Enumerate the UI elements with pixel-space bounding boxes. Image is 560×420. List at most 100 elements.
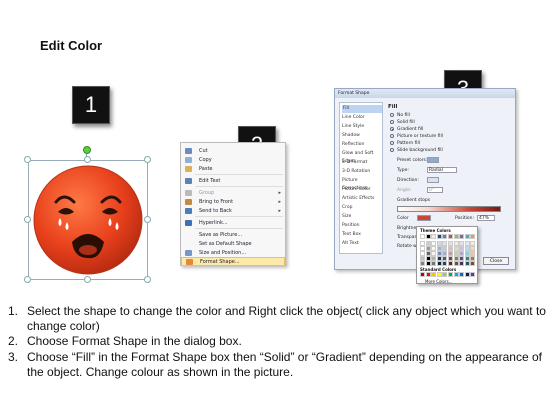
standard-color-swatch[interactable]: [425, 272, 431, 277]
nav-item-alt-text[interactable]: Alt Text: [342, 240, 359, 248]
nav-item-text-box[interactable]: Text Box: [342, 231, 361, 239]
hyperlink-icon: [185, 219, 192, 226]
standard-color-swatch[interactable]: [470, 272, 476, 277]
menu-item-save-as-picture[interactable]: Save as Picture...: [181, 230, 285, 239]
dialog-nav: Fill Line Color Line Style Shadow Reflec…: [339, 102, 383, 254]
theme-tint-swatch[interactable]: [431, 261, 437, 267]
position-input[interactable]: 47%: [477, 215, 495, 221]
theme-tint-swatch[interactable]: [459, 261, 465, 267]
nav-item-picture-color[interactable]: Picture Color: [342, 186, 371, 194]
instruction-item: 2. Choose Format Shape in the dialog box.: [8, 334, 242, 349]
radio-label: Solid fill: [397, 120, 415, 125]
menu-item-hyperlink[interactable]: Hyperlink...: [181, 218, 285, 227]
page-title: Edit Color: [40, 38, 103, 53]
menu-item-cut[interactable]: Cut: [181, 146, 285, 155]
gradient-stops-bar[interactable]: [397, 206, 501, 212]
standard-color-swatch[interactable]: [420, 272, 425, 277]
radio-no-fill[interactable]: [390, 113, 394, 117]
context-menu: Cut Copy Paste Edit Text Group ▸ Bring t…: [180, 142, 286, 266]
nav-item-shadow[interactable]: Shadow: [342, 132, 360, 140]
standard-color-swatch[interactable]: [453, 272, 459, 277]
radio-slide-background-fill[interactable]: [390, 148, 394, 152]
theme-tint-swatch[interactable]: [442, 261, 448, 267]
nav-item-artistic-effects[interactable]: Artistic Effects: [342, 195, 375, 203]
edit-text-icon: [185, 177, 192, 184]
nav-item-fill[interactable]: Fill: [342, 105, 382, 113]
submenu-arrow-icon: ▸: [278, 189, 281, 196]
theme-tint-swatch[interactable]: [420, 261, 425, 267]
more-colors-link[interactable]: More Colors...: [425, 279, 453, 284]
theme-color-swatch[interactable]: [442, 234, 448, 239]
menu-item-edit-text[interactable]: Edit Text: [181, 176, 285, 185]
angle-input[interactable]: 0°: [427, 187, 443, 193]
theme-color-swatch[interactable]: [459, 234, 465, 239]
close-button[interactable]: Close: [483, 257, 509, 265]
menu-item-size-position[interactable]: Size and Position...: [181, 248, 285, 257]
standard-color-swatch[interactable]: [464, 272, 470, 277]
theme-tint-swatch[interactable]: [470, 261, 476, 267]
rotation-handle[interactable]: [83, 146, 91, 154]
nav-item-line-style[interactable]: Line Style: [342, 123, 364, 131]
radio-picture-fill[interactable]: [390, 134, 394, 138]
nav-item-glow[interactable]: Glow and Soft Edges: [342, 150, 382, 164]
direction-label: Direction:: [397, 178, 419, 183]
nav-item-line-color[interactable]: Line Color: [342, 114, 365, 122]
theme-color-swatch[interactable]: [425, 234, 431, 239]
crying-emoji-shape[interactable]: [30, 162, 146, 278]
theme-tint-swatch[interactable]: [453, 261, 459, 267]
standard-color-swatch[interactable]: [459, 272, 465, 277]
menu-item-paste[interactable]: Paste: [181, 164, 285, 173]
radio-label: Slide background fill: [397, 148, 443, 153]
theme-color-swatch[interactable]: [453, 234, 459, 239]
nav-item-picture-corrections[interactable]: Picture Corrections: [342, 177, 382, 191]
nav-item-position[interactable]: Position: [342, 222, 360, 230]
position-label: Position:: [455, 216, 475, 221]
type-dropdown[interactable]: Radial: [427, 167, 457, 173]
instructions-list: 1. Select the shape to change the color a…: [8, 304, 554, 380]
theme-color-swatch[interactable]: [431, 234, 437, 239]
menu-item-copy[interactable]: Copy: [181, 155, 285, 164]
radio-label: Picture or texture fill: [397, 134, 443, 139]
standard-color-swatch[interactable]: [436, 272, 442, 277]
theme-color-swatch[interactable]: [470, 234, 476, 239]
theme-tint-swatch[interactable]: [436, 261, 442, 267]
submenu-arrow-icon: ▸: [278, 207, 281, 214]
nav-item-3d-rotation[interactable]: 3-D Rotation: [342, 168, 370, 176]
direction-dropdown[interactable]: [427, 177, 439, 183]
menu-separator: [195, 228, 283, 229]
preset-colors-label: Preset colors:: [397, 158, 428, 163]
radio-solid-fill[interactable]: [390, 120, 394, 124]
nav-item-crop[interactable]: Crop: [342, 204, 353, 212]
nav-item-3d-format[interactable]: 3-D Format: [342, 159, 367, 167]
instruction-item: 1. Select the shape to change the color a…: [8, 304, 546, 334]
standard-color-swatch[interactable]: [442, 272, 448, 277]
color-label: Color: [397, 216, 409, 221]
theme-tint-swatch[interactable]: [448, 261, 453, 267]
instruction-item: 3. Choose “Fill” in the Format Shape box …: [8, 349, 542, 379]
menu-item-set-default-shape[interactable]: Set as Default Shape: [181, 239, 285, 248]
theme-color-swatch[interactable]: [448, 234, 453, 239]
size-position-icon: [185, 249, 192, 256]
theme-tint-swatch[interactable]: [464, 261, 470, 267]
theme-color-swatch[interactable]: [464, 234, 470, 239]
radio-gradient-fill[interactable]: [390, 127, 394, 131]
standard-color-swatch[interactable]: [431, 272, 437, 277]
menu-item-send-to-back[interactable]: Send to Back ▸: [181, 206, 285, 215]
paste-icon: [185, 165, 192, 172]
menu-item-format-shape[interactable]: Format Shape...: [181, 257, 285, 266]
standard-color-swatch[interactable]: [448, 272, 453, 277]
angle-label: Angle:: [397, 188, 412, 193]
preset-colors-dropdown[interactable]: [427, 157, 439, 163]
menu-item-bring-to-front[interactable]: Bring to Front ▸: [181, 197, 285, 206]
color-picker-button[interactable]: [417, 215, 431, 221]
theme-color-swatch[interactable]: [436, 234, 442, 239]
nav-item-reflection[interactable]: Reflection: [342, 141, 364, 149]
theme-tint-swatch[interactable]: [425, 261, 431, 267]
theme-color-swatch[interactable]: [420, 234, 425, 239]
format-shape-icon: [186, 258, 193, 265]
nav-item-size[interactable]: Size: [342, 213, 351, 221]
menu-item-group[interactable]: Group ▸: [181, 188, 285, 197]
radio-pattern-fill[interactable]: [390, 141, 394, 145]
gradient-stops-label: Gradient stops: [397, 198, 431, 203]
bring-front-icon: [185, 198, 192, 205]
